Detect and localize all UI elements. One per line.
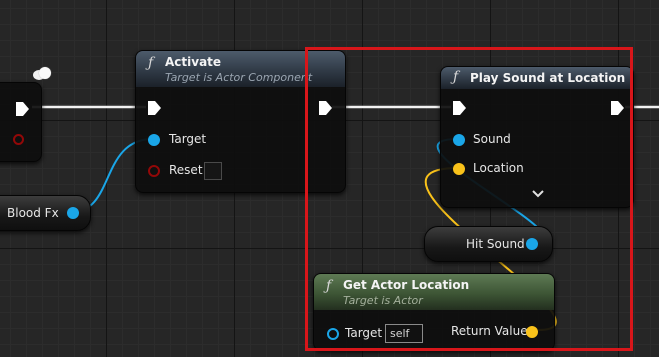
exec-output-pin[interactable] <box>15 101 30 117</box>
reset-input-pin[interactable] <box>148 165 160 177</box>
bool-output-pin[interactable] <box>13 134 24 145</box>
node-subtitle: Target is Actor Component <box>165 71 313 84</box>
blood-fx-label: Blood Fx <box>7 206 59 220</box>
highlight-box <box>305 47 633 351</box>
offscreen-event-node[interactable] <box>0 82 42 162</box>
blood-fx-output-pin[interactable] <box>67 207 79 219</box>
blood-fx-variable-node[interactable]: Blood Fx <box>0 195 91 231</box>
target-pin-label: Target <box>169 132 207 146</box>
node-title: Activate <box>165 55 222 69</box>
blueprint-graph-canvas[interactable]: Blood Fx ƒ Activate Target is Actor Comp… <box>0 0 659 357</box>
reset-checkbox[interactable] <box>204 162 222 180</box>
comment-bubble-icon[interactable] <box>33 67 53 83</box>
target-input-pin[interactable] <box>148 134 160 146</box>
exec-input-pin[interactable] <box>147 100 162 116</box>
function-icon: ƒ <box>148 55 154 71</box>
reset-pin-label: Reset <box>169 163 203 177</box>
